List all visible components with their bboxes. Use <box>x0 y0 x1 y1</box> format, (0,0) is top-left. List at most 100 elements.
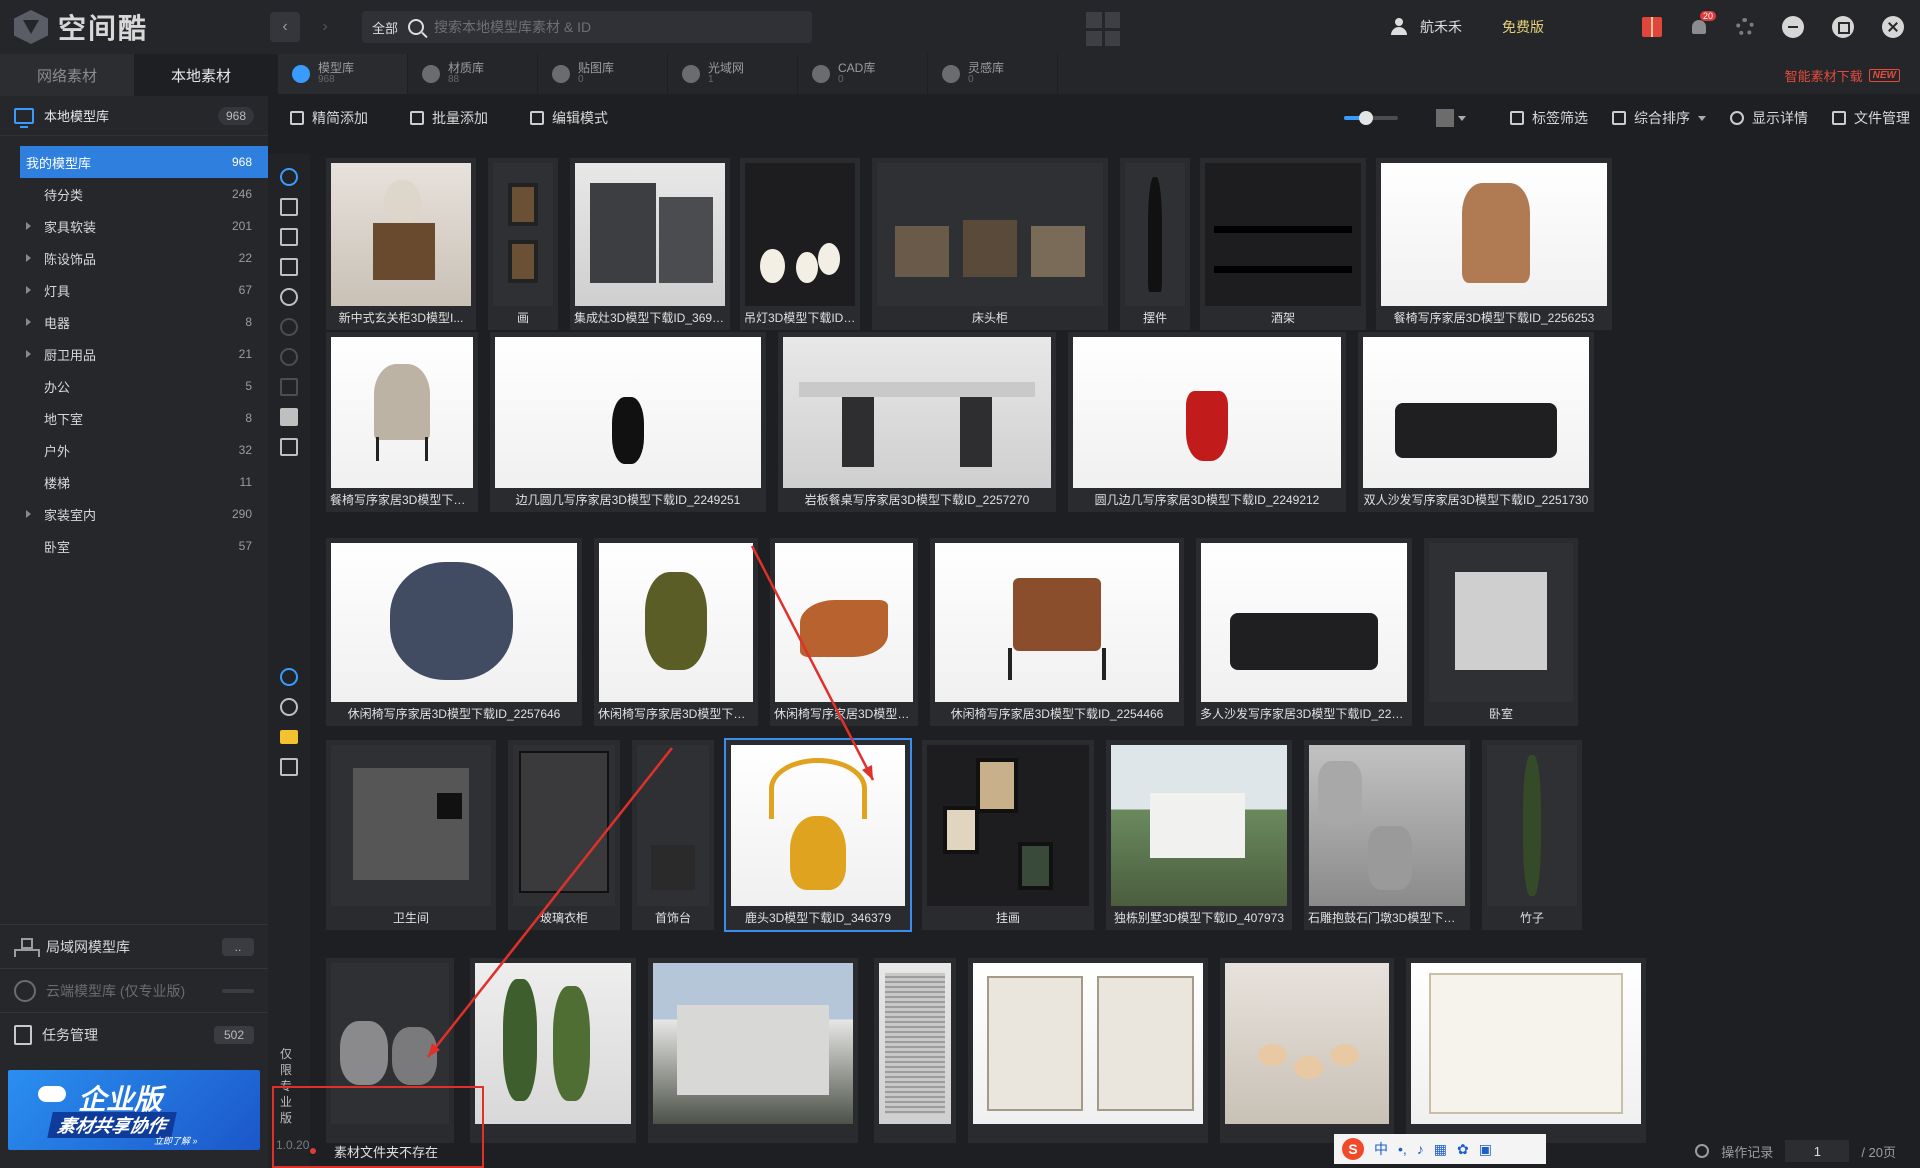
ime-mode[interactable]: 中 <box>1374 1139 1388 1159</box>
thumbnail-size-slider[interactable] <box>1344 111 1398 125</box>
tab-local-assets[interactable]: 本地素材 <box>134 54 268 96</box>
asset-thumbnail[interactable] <box>495 337 761 488</box>
expand-caret-icon[interactable] <box>26 254 31 262</box>
asset-thumbnail[interactable] <box>1411 963 1641 1124</box>
asset-card[interactable]: 挂画 <box>922 740 1094 930</box>
asset-thumbnail[interactable] <box>775 543 913 702</box>
asset-thumbnail[interactable] <box>783 337 1051 488</box>
asset-thumbnail[interactable] <box>575 163 725 306</box>
skin-icon[interactable]: ✿ <box>1457 1141 1469 1158</box>
lan-library-row[interactable]: 局域网模型库 .. <box>0 924 268 968</box>
list-icon[interactable] <box>280 198 298 216</box>
folder-icon[interactable] <box>280 730 298 744</box>
document-icon[interactable] <box>280 758 298 776</box>
smart-download-link[interactable]: 智能素材下载 NEW <box>1785 66 1900 85</box>
asset-thumbnail[interactable] <box>731 745 905 906</box>
asset-card[interactable] <box>968 958 1208 1143</box>
tree-item[interactable]: 待分类 246 <box>0 178 268 210</box>
scene-icon[interactable] <box>280 258 298 276</box>
tree-item[interactable]: 办公 5 <box>0 370 268 402</box>
background-color-select[interactable] <box>1436 109 1466 127</box>
keyboard-icon[interactable]: ▦ <box>1434 1141 1447 1158</box>
asset-thumbnail[interactable] <box>745 163 855 306</box>
tree-item[interactable]: 陈设饰品 22 <box>0 242 268 274</box>
asset-thumbnail[interactable] <box>935 543 1179 702</box>
tree-item[interactable]: 家装室内 290 <box>0 498 268 530</box>
expand-caret-icon[interactable] <box>26 510 31 518</box>
category-tab[interactable]: 材质库 88 <box>408 54 538 94</box>
enterprise-promo-banner[interactable]: 企业版 素材共享协作 立即了解 » <box>8 1070 260 1150</box>
layout-grid-icon[interactable] <box>1086 12 1120 46</box>
user-icon[interactable] <box>1390 18 1408 36</box>
page-number-input[interactable] <box>1785 1140 1850 1162</box>
asset-card[interactable]: 床头柜 <box>872 158 1108 330</box>
asset-card[interactable]: 新中式玄关柜3D模型I... <box>326 158 476 330</box>
asset-card[interactable]: 休闲椅写序家居3D模型下载ID_2254466 <box>930 538 1184 726</box>
asset-thumbnail[interactable] <box>637 745 709 906</box>
asset-thumbnail[interactable] <box>1125 163 1185 306</box>
asset-card[interactable]: 竹子 <box>1482 740 1582 930</box>
category-tab[interactable]: CAD库 0 <box>798 54 928 94</box>
search-icon[interactable] <box>408 19 425 35</box>
show-details-button[interactable]: 显示详情 <box>1730 108 1808 128</box>
search-scope-select[interactable]: 全部 <box>372 18 398 37</box>
asset-thumbnail[interactable] <box>1205 163 1361 306</box>
minimize-button[interactable] <box>1782 16 1804 38</box>
file-manage-button[interactable]: 文件管理 <box>1832 108 1910 128</box>
asset-card[interactable]: 卧室 <box>1424 538 1578 726</box>
sort-button[interactable]: 综合排序 <box>1612 108 1706 128</box>
click-pointer-icon[interactable] <box>280 668 298 686</box>
edition-badge[interactable]: 免费版 <box>1502 17 1544 37</box>
search-box[interactable]: 全部 <box>362 11 812 43</box>
history-label[interactable]: 操作记录 <box>1721 1142 1773 1161</box>
tree-item[interactable]: 卧室 57 <box>0 530 268 562</box>
asset-card[interactable]: 双人沙发写序家居3D模型下载ID_2251730 <box>1358 332 1594 512</box>
category-tab[interactable]: 灵感库 0 <box>928 54 1058 94</box>
layers-icon[interactable] <box>280 438 298 456</box>
asset-thumbnail[interactable] <box>653 963 853 1124</box>
asset-card[interactable]: 独栋别墅3D模型下载ID_407973 <box>1106 740 1292 930</box>
cube-icon[interactable] <box>280 228 298 246</box>
tree-item[interactable]: 电器 8 <box>0 306 268 338</box>
asset-card[interactable]: 玻璃衣柜 <box>508 740 620 930</box>
settings-gear-icon[interactable] <box>1736 18 1754 36</box>
asset-thumbnail[interactable] <box>475 963 631 1124</box>
asset-card[interactable]: 休闲椅写序家居3D模型下载I... <box>770 538 918 726</box>
edit-mode-button[interactable]: 编辑模式 <box>530 108 608 128</box>
history-clock-icon[interactable] <box>1695 1144 1710 1158</box>
asset-thumbnail[interactable] <box>1225 963 1389 1124</box>
asset-thumbnail[interactable] <box>1363 337 1589 488</box>
asset-thumbnail[interactable] <box>331 543 577 702</box>
ime-logo-icon[interactable]: S <box>1342 1138 1364 1160</box>
app-logo[interactable]: 空间酷 <box>0 7 270 47</box>
asset-thumbnail[interactable] <box>1309 745 1465 906</box>
back-arrow-icon[interactable]: ‹ <box>270 12 300 42</box>
asset-thumbnail[interactable] <box>879 963 951 1124</box>
search-input[interactable] <box>434 19 802 35</box>
forward-arrow-icon[interactable]: › <box>310 12 340 42</box>
maximize-button[interactable] <box>1832 16 1854 38</box>
task-manager-row[interactable]: 任务管理 502 <box>0 1012 268 1056</box>
asset-thumbnail[interactable] <box>599 543 753 702</box>
asset-card[interactable]: 边几圆几写序家居3D模型下载ID_2249251 <box>490 332 766 512</box>
asset-card[interactable]: 圆几边几写序家居3D模型下载ID_2249212 <box>1068 332 1346 512</box>
asset-thumbnail[interactable] <box>493 163 553 306</box>
expand-caret-icon[interactable] <box>26 222 31 230</box>
tree-item[interactable]: 户外 32 <box>0 434 268 466</box>
tab-network-assets[interactable]: 网络素材 <box>0 54 134 96</box>
expand-caret-icon[interactable] <box>26 286 31 294</box>
ime-punct-icon[interactable]: •, <box>1398 1141 1407 1157</box>
eye-icon[interactable] <box>280 698 298 716</box>
slider-knob[interactable] <box>1358 111 1373 125</box>
asset-card[interactable]: 鹿头3D模型下载ID_346379 <box>724 738 912 932</box>
gift-icon[interactable] <box>1642 17 1662 37</box>
local-library-header[interactable]: 本地模型库 968 <box>0 96 268 136</box>
category-tab[interactable]: 光域网 1 <box>668 54 798 94</box>
ime-toolbar[interactable]: S 中 •, ♪ ▦ ✿ ▣ <box>1334 1134 1546 1164</box>
promo-link[interactable]: 立即了解 » <box>154 1134 198 1147</box>
apps-icon[interactable]: ▣ <box>1479 1141 1492 1158</box>
asset-card[interactable]: 画 <box>488 158 558 330</box>
category-tab[interactable]: 模型库 968 <box>278 54 408 94</box>
asset-thumbnail[interactable] <box>1381 163 1607 306</box>
asset-thumbnail[interactable] <box>927 745 1089 906</box>
